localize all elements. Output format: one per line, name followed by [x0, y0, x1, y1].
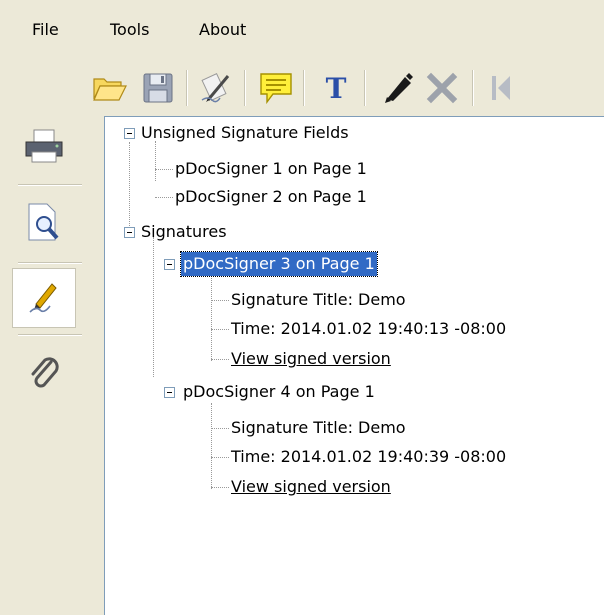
tree-line: [211, 300, 229, 301]
tree-line: [155, 169, 173, 170]
menu-tools[interactable]: Tools: [110, 20, 149, 40]
toolbar-separator: [303, 70, 305, 106]
collapse-toggle-icon[interactable]: [124, 128, 135, 139]
menu-file[interactable]: File: [32, 20, 59, 40]
tree-node-signatures[interactable]: Signatures: [141, 220, 227, 244]
tree-line: [129, 142, 130, 232]
tree-line: [211, 457, 229, 458]
view-signed-version-link[interactable]: View signed version: [231, 475, 391, 499]
tree-node-unsigned-field[interactable]: pDocSigner 2 on Page 1: [175, 185, 367, 209]
tree-line: [211, 329, 229, 330]
side-panel: [0, 116, 100, 615]
delete-x-icon[interactable]: [420, 68, 464, 108]
toolbar-separator: [186, 70, 188, 106]
open-folder-icon[interactable]: [88, 68, 132, 108]
signature-time: Time: 2014.01.02 19:40:39 -08:00: [231, 447, 507, 466]
tree-line: [211, 359, 229, 360]
collapse-toggle-icon[interactable]: [164, 259, 175, 270]
menu-about[interactable]: About: [199, 20, 246, 40]
signature-title: Signature Title: Demo: [231, 290, 406, 309]
tree-line: [155, 197, 173, 198]
side-separator: [18, 334, 82, 336]
signature-time: Time: 2014.01.02 19:40:13 -08:00: [231, 319, 507, 338]
tree-node-unsigned-fields[interactable]: Unsigned Signature Fields: [141, 121, 349, 145]
toolbar-separator: [364, 70, 366, 106]
pencil-icon[interactable]: [376, 68, 420, 108]
tree-line: [211, 428, 229, 429]
save-disk-icon[interactable]: [136, 68, 180, 108]
toolbar-separator: [472, 70, 474, 106]
sign-pen-icon[interactable]: [194, 68, 238, 108]
tree-line: [211, 487, 229, 488]
tree-line: [153, 237, 154, 377]
svg-text:T: T: [326, 73, 347, 103]
tree-node-signature[interactable]: pDocSigner 4 on Page 1: [183, 380, 375, 404]
preview-magnifier-icon[interactable]: [12, 192, 76, 252]
signature-pen-icon[interactable]: [12, 268, 76, 328]
view-signed-version-link[interactable]: View signed version: [231, 347, 391, 371]
tree-line: [155, 141, 156, 181]
toolbar-separator: [244, 70, 246, 106]
first-page-icon[interactable]: [480, 68, 524, 108]
menu-bar: File Tools About: [0, 0, 604, 58]
side-separator: [18, 262, 82, 264]
tree-node-signature-selected[interactable]: pDocSigner 3 on Page 1: [180, 251, 378, 277]
tree-line: [211, 403, 212, 489]
signature-tree: Unsigned Signature Fields pDocSigner 1 o…: [104, 116, 604, 615]
tree-node-unsigned-field[interactable]: pDocSigner 1 on Page 1: [175, 157, 367, 181]
collapse-toggle-icon[interactable]: [124, 227, 135, 238]
attachment-paperclip-icon[interactable]: [12, 342, 76, 402]
toolbar: T: [0, 58, 604, 116]
comment-icon[interactable]: [254, 68, 298, 108]
side-separator: [18, 184, 82, 186]
signature-title: Signature Title: Demo: [231, 418, 406, 437]
collapse-toggle-icon[interactable]: [164, 387, 175, 398]
printer-icon[interactable]: [12, 116, 76, 176]
tree-line: [211, 275, 212, 361]
text-icon[interactable]: T: [314, 68, 358, 108]
